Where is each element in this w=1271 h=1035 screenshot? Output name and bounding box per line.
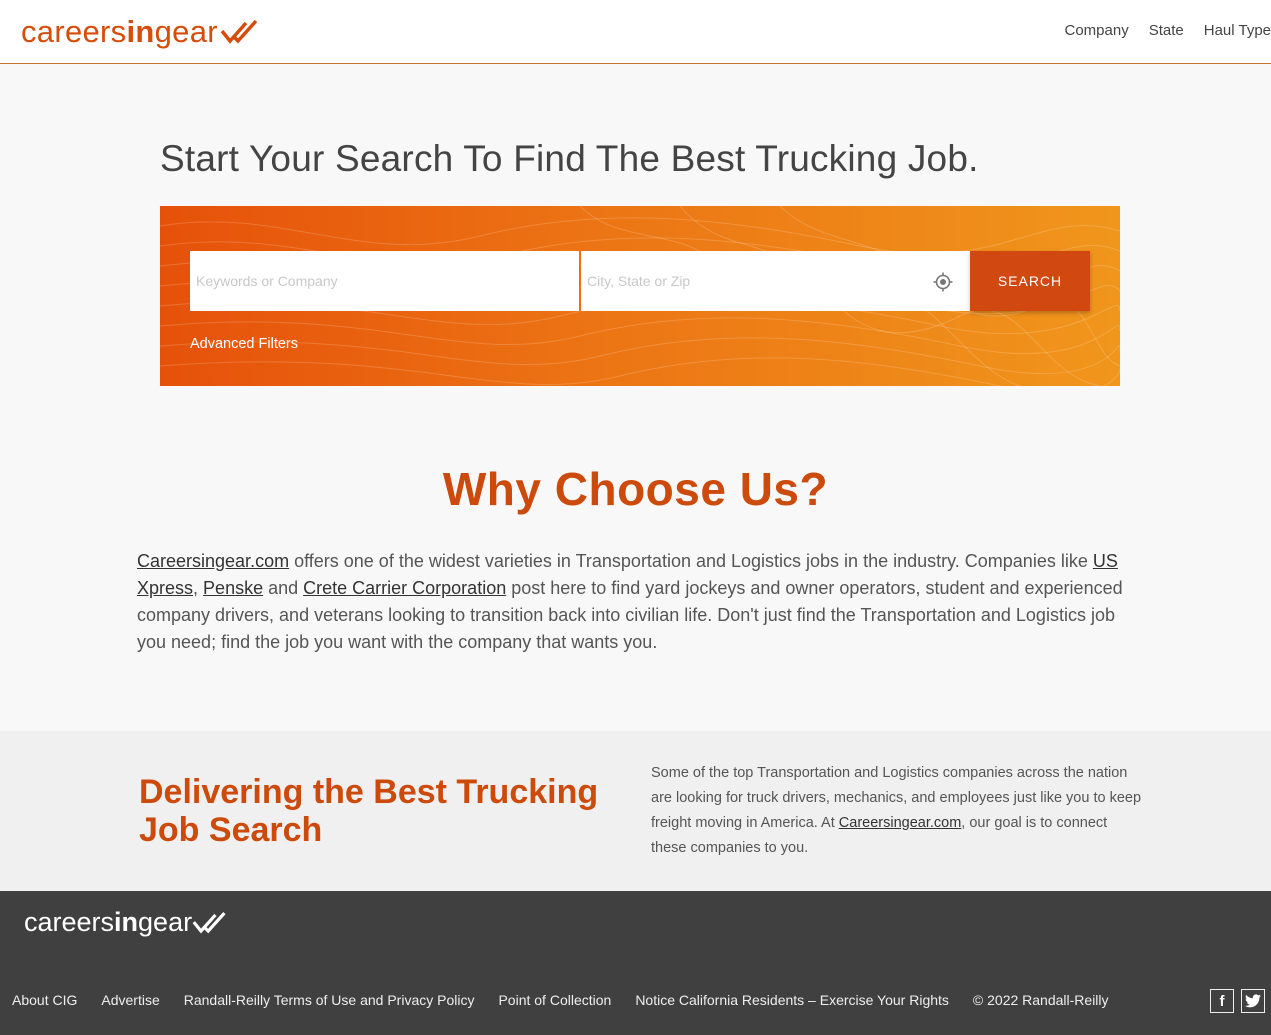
footer-link-terms[interactable]: Randall-Reilly Terms of Use and Privacy … <box>184 992 475 1008</box>
logo-text-bold: in <box>126 14 155 49</box>
footer-link-point-of-collection[interactable]: Point of Collection <box>498 992 611 1008</box>
careersingear-link[interactable]: Careersingear.com <box>137 551 289 571</box>
why-choose-us-text: Careersingear.com offers one of the wide… <box>137 548 1137 656</box>
footer-logo-pre: careers <box>24 907 115 937</box>
twitter-icon[interactable] <box>1241 989 1265 1013</box>
main-nav: Company State Haul Type <box>1065 22 1271 39</box>
delivering-text: Some of the top Transportation and Logis… <box>651 761 1141 861</box>
location-input[interactable] <box>581 251 970 311</box>
footer-link-about[interactable]: About CIG <box>12 992 77 1008</box>
footer-link-california-notice[interactable]: Notice California Residents – Exercise Y… <box>635 992 949 1008</box>
delivering-heading: Delivering the Best Trucking Job Search <box>139 773 599 849</box>
double-check-icon <box>192 911 226 934</box>
double-check-icon <box>220 19 258 44</box>
search-button[interactable]: SEARCH <box>970 251 1090 311</box>
nav-state[interactable]: State <box>1149 22 1184 39</box>
site-logo[interactable]: careers in gear <box>21 12 260 52</box>
why-text-sep1: , <box>193 578 204 598</box>
site-header: careers in gear Company State Haul Type <box>0 0 1271 64</box>
careersingear-link-2[interactable]: Careersingear.com <box>839 815 962 831</box>
why-choose-us-heading: Why Choose Us? <box>442 463 829 515</box>
keyword-input[interactable] <box>190 251 580 311</box>
why-text-sep2: and <box>263 578 304 598</box>
footer-links: About CIG Advertise Randall-Reilly Terms… <box>12 992 1109 1008</box>
nav-haul-type[interactable]: Haul Type <box>1204 22 1271 39</box>
social-links: f <box>1210 989 1265 1013</box>
delivering-section: Delivering the Best Trucking Job Search … <box>0 731 1271 891</box>
footer-copyright: © 2022 Randall-Reilly <box>972 992 1109 1008</box>
footer-logo-bold: in <box>114 907 139 937</box>
why-text-part1: offers one of the widest varieties in Tr… <box>289 551 1093 571</box>
footer-logo-post: gear <box>138 907 193 937</box>
facebook-icon[interactable]: f <box>1210 989 1234 1013</box>
nav-company[interactable]: Company <box>1065 22 1129 39</box>
crete-carrier-link[interactable]: Crete Carrier Corporation <box>303 578 506 598</box>
site-footer: careers in gear About CIG Advertise Randal… <box>0 891 1271 1035</box>
footer-link-advertise[interactable]: Advertise <box>101 992 159 1008</box>
search-banner: SEARCH Advanced Filters <box>160 206 1120 386</box>
penske-link[interactable]: Penske <box>203 578 263 598</box>
crosshair-locate-icon[interactable] <box>933 272 953 292</box>
logo-text-post: gear <box>154 14 218 49</box>
advanced-filters-link[interactable]: Advanced Filters <box>190 336 298 352</box>
hero-title: Start Your Search To Find The Best Truck… <box>160 138 979 179</box>
logo-text-pre: careers <box>21 14 127 49</box>
footer-logo[interactable]: careers in gear <box>24 907 228 938</box>
twitter-bird-icon <box>1245 994 1261 1008</box>
